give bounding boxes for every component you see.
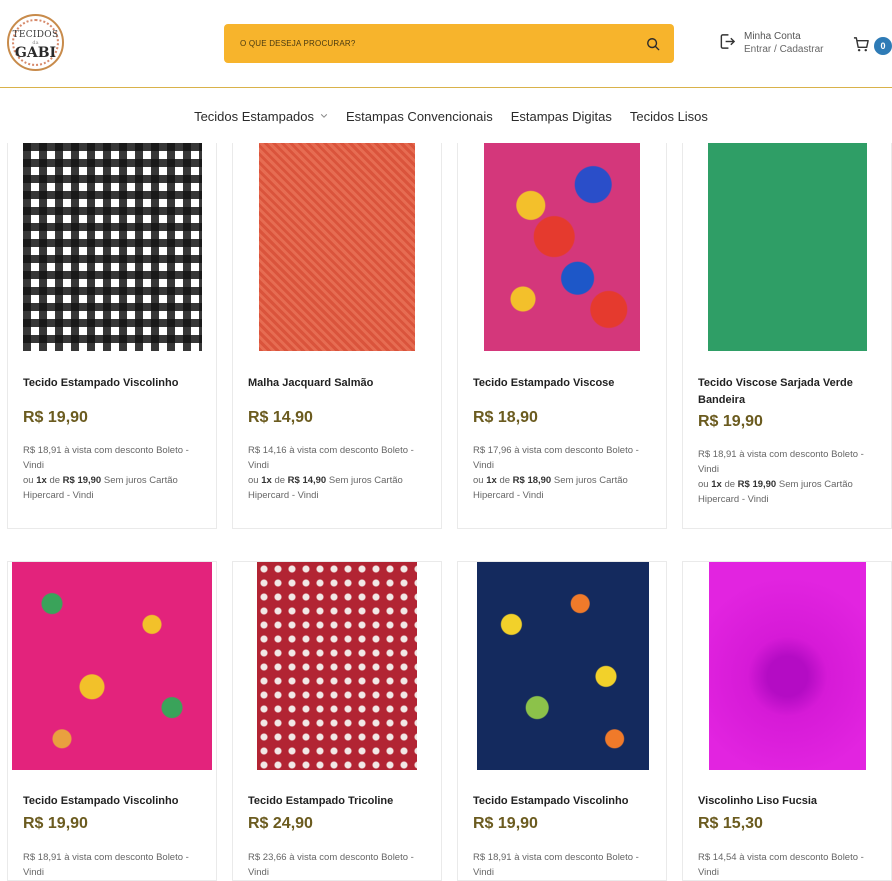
account-text: Minha Conta Entrar / Cadastrar [744, 30, 823, 56]
cash-price: R$ 18,91 à vista com desconto Boleto - V… [23, 852, 189, 878]
product-price: R$ 19,90 [473, 815, 538, 832]
product-price: R$ 19,90 [23, 815, 88, 832]
cart-button[interactable]: 0 [853, 33, 892, 55]
logo-text: GABI [14, 44, 57, 61]
nav-item-estampas-convencionais[interactable]: Estampas Convencionais [346, 109, 493, 124]
product-name[interactable]: Tecido Estampado Tricoline [248, 793, 428, 810]
product-price: R$ 18,90 [473, 409, 538, 426]
product-image[interactable] [477, 562, 649, 770]
product-card[interactable]: Tecido Estampado Viscolinho R$ 19,90 R$ … [457, 561, 667, 881]
account-link[interactable]: Minha Conta Entrar / Cadastrar [719, 30, 823, 56]
search-icon[interactable] [646, 37, 660, 51]
product-image[interactable] [484, 143, 640, 351]
product-price: R$ 14,90 [248, 409, 313, 426]
site-header: TECIDOS da GABI Minha Conta Entrar / Cad… [0, 0, 892, 88]
nav-item-tecidos-estampados[interactable]: Tecidos Estampados [194, 109, 328, 124]
product-image[interactable] [23, 143, 202, 351]
product-name[interactable]: Tecido Estampado Viscolinho [23, 793, 203, 810]
product-image[interactable] [257, 562, 417, 770]
payment-info: R$ 23,66 à vista com desconto Boleto - V… [248, 850, 433, 880]
cash-price: R$ 14,54 à vista com desconto Boleto - V… [698, 852, 864, 878]
product-card[interactable]: Tecido Estampado Viscose R$ 18,90 R$ 17,… [457, 143, 667, 529]
product-price: R$ 24,90 [248, 815, 313, 832]
cash-price: R$ 18,91 à vista com desconto Boleto - V… [698, 449, 864, 475]
product-card[interactable]: Viscolinho Liso Fucsia R$ 15,30 R$ 14,54… [682, 561, 892, 881]
cash-price: R$ 17,96 à vista com desconto Boleto - V… [473, 445, 639, 471]
product-card[interactable]: Tecido Estampado Tricoline R$ 24,90 R$ 2… [232, 561, 442, 881]
product-price: R$ 19,90 [23, 409, 88, 426]
nav-item-label: Estampas Convencionais [346, 108, 493, 124]
product-name[interactable]: Tecido Estampado Viscolinho [473, 793, 653, 810]
product-image[interactable] [708, 143, 867, 351]
logo[interactable]: TECIDOS da GABI [7, 14, 64, 71]
payment-info: R$ 18,91 à vista com desconto Boleto - V… [473, 850, 658, 880]
payment-info: R$ 18,91 à vista com desconto Boleto - V… [23, 443, 208, 503]
payment-info: R$ 18,91 à vista com desconto Boleto - V… [23, 850, 208, 880]
nav-item-label: Estampas Digitas [510, 108, 612, 124]
account-subtitle[interactable]: Entrar / Cadastrar [744, 43, 823, 56]
nav-item-estampas-digitas[interactable]: Estampas Digitas [511, 109, 612, 124]
chevron-down-icon [320, 114, 328, 118]
payment-info: R$ 17,96 à vista com desconto Boleto - V… [473, 443, 658, 503]
installment-info: ou 1x de R$ 18,90 Sem juros Cartão Hiper… [473, 475, 628, 501]
nav-item-label: Tecidos Lisos [629, 108, 708, 124]
product-card[interactable]: Tecido Estampado Viscolinho R$ 19,90 R$ … [7, 143, 217, 529]
nav-item-tecidos-lisos[interactable]: Tecidos Lisos [630, 109, 708, 124]
search-input[interactable] [240, 39, 646, 48]
product-image[interactable] [709, 562, 866, 770]
logo-text: TECIDOS [12, 29, 59, 40]
product-price: R$ 19,90 [698, 413, 763, 430]
product-image[interactable] [12, 562, 212, 770]
cash-price: R$ 23,66 à vista com desconto Boleto - V… [248, 852, 414, 878]
product-name[interactable]: Tecido Estampado Viscose [473, 375, 653, 392]
nav-item-label: Tecidos Estampados [194, 108, 315, 124]
cash-price: R$ 14,16 à vista com desconto Boleto - V… [248, 445, 414, 471]
product-price: R$ 15,30 [698, 815, 763, 832]
cash-price: R$ 18,91 à vista com desconto Boleto - V… [23, 445, 189, 471]
product-name[interactable]: Tecido Viscose Sarjada Verde Bandeira [698, 375, 878, 409]
account-title: Minha Conta [744, 31, 801, 42]
installment-info: ou 1x de R$ 14,90 Sem juros Cartão Hiper… [248, 475, 403, 501]
main-nav: Tecidos Estampados Estampas Convencionai… [0, 100, 892, 132]
product-name[interactable]: Malha Jacquard Salmão [248, 375, 428, 392]
payment-info: R$ 14,16 à vista com desconto Boleto - V… [248, 443, 433, 503]
cash-price: R$ 18,91 à vista com desconto Boleto - V… [473, 852, 639, 878]
installment-info: ou 1x de R$ 19,90 Sem juros Cartão Hiper… [23, 475, 178, 501]
login-icon [720, 34, 736, 49]
product-card[interactable]: Tecido Viscose Sarjada Verde Bandeira R$… [682, 143, 892, 529]
payment-info: R$ 14,54 à vista com desconto Boleto - V… [698, 850, 883, 880]
product-name[interactable]: Viscolinho Liso Fucsia [698, 793, 878, 810]
cart-count-badge: 0 [874, 37, 892, 55]
product-card[interactable]: Malha Jacquard Salmão R$ 14,90 R$ 14,16 … [232, 143, 442, 529]
product-image[interactable] [259, 143, 415, 351]
product-name[interactable]: Tecido Estampado Viscolinho [23, 375, 203, 392]
search-bar [224, 24, 674, 63]
payment-info: R$ 18,91 à vista com desconto Boleto - V… [698, 447, 883, 507]
product-card[interactable]: Tecido Estampado Viscolinho R$ 19,90 R$ … [7, 561, 217, 881]
cart-icon [853, 36, 869, 51]
installment-info: ou 1x de R$ 19,90 Sem juros Cartão Hiper… [698, 479, 853, 505]
